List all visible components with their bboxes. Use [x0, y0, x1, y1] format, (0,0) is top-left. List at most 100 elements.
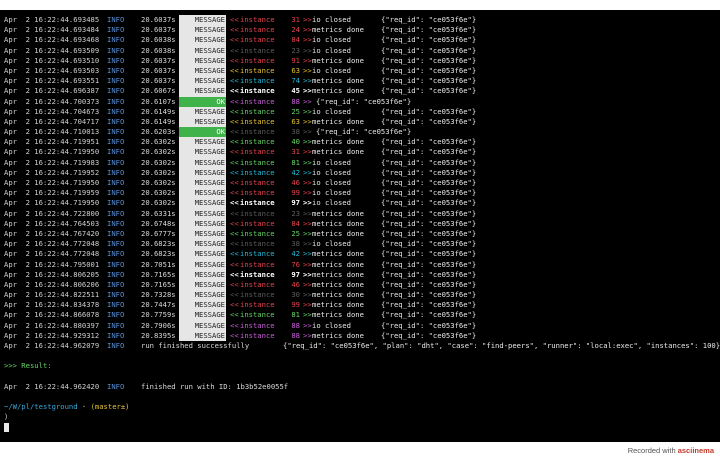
log-timestamp: Apr 2 16:22:44.704673 — [4, 106, 100, 116]
log-line: Apr 2 16:22:44.704717 INFO 20.6149s MESSAGE… — [4, 116, 716, 128]
log-line: Apr 2 16:22:44.806205 INFO 20.7165s MESSAGE… — [4, 269, 716, 280]
instance-number: 97 — [291, 198, 300, 208]
asciinema-link[interactable]: asciinema — [678, 446, 714, 455]
log-level: INFO — [107, 279, 125, 289]
log-level: INFO — [107, 290, 125, 300]
log-event: metrics done — [312, 25, 364, 35]
log-level: INFO — [107, 300, 125, 310]
log-line: Apr 2 16:22:44.693484 INFO 20.6037s MESSAGE… — [4, 25, 716, 36]
log-event: io closed — [312, 35, 351, 45]
instance-number: 46 — [291, 178, 300, 187]
log-request-id: {"req_id": "ce053f6e"} — [381, 25, 477, 35]
log-timestamp: Apr 2 16:22:44.693485 — [4, 15, 100, 24]
arrow-out: >> — [303, 228, 312, 238]
log-level: INFO — [107, 330, 125, 340]
log-line: Apr 2 16:22:44.719983 INFO 20.6302s MESSAGE… — [4, 157, 716, 168]
log-timestamp: Apr 2 16:22:44.929312 — [4, 330, 100, 340]
instance-label: instance — [240, 290, 275, 300]
message-badge: MESSAGE — [179, 239, 226, 250]
log-event: io closed — [312, 15, 351, 24]
log-level: INFO — [107, 157, 125, 167]
log-request-id: {"req_id": "ce053f6e"} — [381, 147, 477, 157]
prompt-git-branch: (master±) — [90, 402, 130, 412]
log-line: Apr 2 16:22:44.719950 INFO 20.6302s MESSAGE… — [4, 178, 716, 189]
terminal-cursor[interactable] — [4, 423, 9, 433]
arrow-in: << — [230, 116, 239, 126]
log-elapsed: 20.6037s — [141, 65, 176, 75]
arrow-in: << — [230, 188, 239, 198]
message-badge: MESSAGE — [179, 106, 226, 117]
log-level: INFO — [107, 106, 125, 116]
log-line: Apr 2 16:22:44.693468 INFO 20.6038s MESSAGE… — [4, 35, 716, 46]
log-request-id: {"req_id": "ce053f6e"} — [381, 198, 477, 208]
log-request-id: {"req_id": "ce053f6e"} — [381, 15, 477, 24]
instance-label: instance — [240, 25, 275, 35]
arrow-in: << — [230, 35, 239, 45]
log-level: INFO — [107, 55, 125, 65]
terminal-window[interactable]: Apr 2 16:22:44.693485 INFO 20.6037s MESSAGE… — [0, 10, 720, 442]
arrow-out: >> — [303, 320, 312, 330]
log-timestamp: Apr 2 16:22:44.719951 — [4, 137, 100, 147]
log-event: metrics done — [312, 290, 364, 300]
instance-label: instance — [240, 178, 275, 187]
message-badge: MESSAGE — [179, 76, 226, 87]
log-timestamp: Apr 2 16:22:44.962420 — [4, 381, 100, 391]
instance-number: 91 — [291, 55, 300, 65]
arrow-in: << — [230, 330, 239, 340]
instance-number: 76 — [291, 259, 300, 269]
instance-label: instance — [240, 239, 275, 249]
instance-label: instance — [240, 157, 275, 167]
arrow-in: << — [230, 259, 239, 269]
log-line: Apr 2 16:22:44.710013 INFO 20.6203s OK << ins… — [4, 127, 716, 138]
instance-number: 38 — [291, 127, 300, 137]
instance-number: 88 — [291, 330, 300, 340]
instance-label: instance — [240, 300, 275, 310]
log-event: io closed — [312, 65, 351, 75]
instance-number: 97 — [291, 269, 300, 279]
log-elapsed: 20.7165s — [141, 269, 176, 279]
instance-label: instance — [240, 106, 275, 116]
result-line: >>> Result: — [4, 361, 716, 371]
instance-label: instance — [240, 96, 275, 106]
message-badge: MESSAGE — [179, 310, 226, 321]
log-elapsed: 20.6037s — [141, 55, 176, 65]
credit-prefix: Recorded with — [627, 446, 678, 455]
instance-label: instance — [240, 330, 275, 340]
arrow-out: >> — [303, 65, 312, 75]
log-line: Apr 2 16:22:44.767420 INFO 20.6777s MESSAGE… — [4, 228, 716, 240]
log-request-id: {"req_id": "ce053f6e"} — [381, 65, 477, 75]
message-badge: MESSAGE — [179, 86, 226, 97]
log-timestamp: Apr 2 16:22:44.880397 — [4, 320, 100, 330]
instance-number: 88 — [291, 96, 300, 106]
log-timestamp: Apr 2 16:22:44.693509 — [4, 45, 100, 55]
instance-number: 42 — [291, 167, 300, 177]
message-badge: MESSAGE — [179, 147, 226, 158]
log-line: Apr 2 16:22:44.764503 INFO 20.6748s MESSAGE… — [4, 218, 716, 229]
log-request-id: {"req_id": "ce053f6e"} — [381, 167, 477, 177]
input-line: ⟩ — [4, 412, 716, 422]
instance-label: instance — [240, 65, 275, 75]
log-request-id: {"req_id": "ce053f6e"} — [381, 269, 477, 279]
log-line: Apr 2 16:22:44.880397 INFO 20.7906s MESSAGE… — [4, 320, 716, 331]
instance-number: 23 — [291, 45, 300, 55]
instance-number: 40 — [291, 137, 300, 147]
instance-label: instance — [240, 35, 275, 45]
message-badge: MESSAGE — [179, 65, 226, 77]
terminal-output: Apr 2 16:22:44.693485 INFO 20.6037s MESSAGE… — [4, 15, 720, 433]
log-timestamp: Apr 2 16:22:44.962079 — [4, 341, 100, 350]
log-timestamp: Apr 2 16:22:44.693551 — [4, 76, 100, 86]
arrow-in: << — [230, 15, 239, 24]
log-elapsed: 20.6149s — [141, 106, 176, 116]
log-level: INFO — [107, 45, 125, 55]
instance-label: instance — [240, 249, 275, 259]
message-badge: MESSAGE — [179, 330, 226, 342]
log-line: Apr 2 16:22:44.822511 INFO 20.7328s MESSAGE… — [4, 290, 716, 301]
final-line: Apr 2 16:22:44.962420 INFO finished run wi… — [4, 382, 716, 392]
arrow-in: << — [230, 228, 239, 238]
log-event: metrics done — [312, 208, 364, 218]
log-event: metrics done — [312, 147, 364, 157]
message-badge: MESSAGE — [179, 279, 226, 291]
log-elapsed: 20.6037s — [141, 76, 176, 86]
log-level: INFO — [107, 15, 125, 24]
